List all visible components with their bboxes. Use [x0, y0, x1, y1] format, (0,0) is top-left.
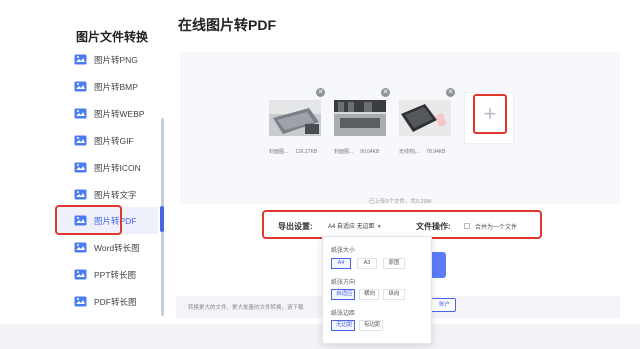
image-convert-icon [74, 54, 87, 65]
ppt-convert-icon [74, 269, 87, 280]
sidebar-item[interactable]: 图片转PNG [58, 46, 158, 73]
file-caption: 无线权j... 78.94KB [399, 149, 446, 155]
sidebar-item[interactable]: 图片转WEBP [58, 100, 158, 127]
upload-status: 已上传3个文件，共0.29M [368, 199, 432, 205]
pdf-convert-icon [74, 296, 87, 307]
remove-file-icon[interactable]: ✕ [446, 88, 455, 97]
paper-size-original[interactable]: 原图 [383, 258, 405, 269]
orientation-label: 纸张方向 [331, 280, 356, 286]
remove-file-icon[interactable]: ✕ [316, 88, 325, 97]
export-settings-value: A4 自适应 无边距 [328, 224, 375, 230]
margin-none[interactable]: 无边距 [331, 320, 355, 331]
sidebar-item-label: 图片转ICON [94, 162, 141, 173]
sidebar-item-label: PDF转长图 [94, 296, 137, 307]
sidebar-scrollbar-thumb[interactable] [160, 206, 164, 232]
sidebar-title: 图片文件转换 [75, 30, 148, 44]
file-caption: 封面图... 126.27KB [269, 149, 318, 155]
margin-with[interactable]: 有边距 [359, 320, 383, 331]
sidebar-item[interactable]: Word转长图 [58, 234, 158, 261]
merge-checkbox[interactable] [464, 223, 470, 229]
plus-icon: + [483, 101, 497, 126]
file-caption: 封面图... 90.04KB [334, 149, 380, 155]
sidebar-item-label: PPT转长图 [94, 269, 137, 280]
remove-file-icon[interactable]: ✕ [381, 88, 390, 97]
footer-band [0, 324, 640, 349]
convert-button[interactable] [430, 252, 446, 278]
sidebar-item[interactable]: 图片转BMP [58, 73, 158, 100]
sidebar-item-label: 图片转GIF [94, 135, 134, 146]
sidebar-item[interactable]: 图片转ICON [58, 154, 158, 181]
image-convert-icon [74, 135, 87, 146]
orientation-landscape[interactable]: 横向 [359, 289, 379, 300]
info-text: 转换更大的文件、更大批量的文件转换，请下载 [188, 305, 304, 311]
word-convert-icon [74, 242, 87, 253]
file-operation-label: 文件操作: [416, 222, 451, 231]
file-thumbnail[interactable] [334, 100, 386, 136]
sidebar-item-label: Word转长图 [94, 242, 140, 253]
caret-down-icon: ▼ [376, 224, 382, 230]
sidebar-item[interactable]: PPT转长图 [58, 261, 158, 288]
paper-size-a3[interactable]: A3 [357, 258, 377, 269]
image-convert-icon [74, 108, 87, 119]
export-settings-bar: 导出设置: A4 自适应 无边距 ▼ 文件操作: 合并为一个文件 [262, 210, 542, 239]
orientation-auto[interactable]: 自适应 [331, 289, 355, 300]
sidebar-item-label: 图片转PNG [94, 54, 138, 65]
paper-size-a4[interactable]: A4 [331, 258, 351, 269]
export-settings-label: 导出设置: [278, 222, 313, 231]
margin-label: 纸张边距 [331, 311, 356, 317]
image-convert-icon [74, 81, 87, 92]
merge-label: 合并为一个文件 [475, 225, 518, 231]
sidebar-item-label: 图片转WEBP [94, 108, 145, 119]
file-thumbnail[interactable] [399, 100, 451, 136]
export-settings-dropdown: 纸张大小 A4 A3 原图 纸张方向 自适应 横向 纵向 纸张边距 无边距 有边… [322, 236, 432, 344]
active-item-highlight [55, 205, 122, 235]
page-title: 在线图片转PDF [178, 17, 276, 33]
sidebar-item-label: 图片转BMP [94, 81, 138, 92]
export-settings-select[interactable]: A4 自适应 无边距 ▼ [326, 220, 384, 231]
orientation-portrait[interactable]: 纵向 [383, 289, 405, 300]
file-thumbnail[interactable] [269, 100, 321, 136]
image-convert-icon [74, 162, 87, 173]
sidebar-item[interactable]: PDF转长图 [58, 288, 158, 315]
add-file-button[interactable]: + [473, 94, 507, 134]
sidebar-item[interactable]: 图片转GIF [58, 127, 158, 154]
paper-size-label: 纸张大小 [331, 248, 356, 254]
